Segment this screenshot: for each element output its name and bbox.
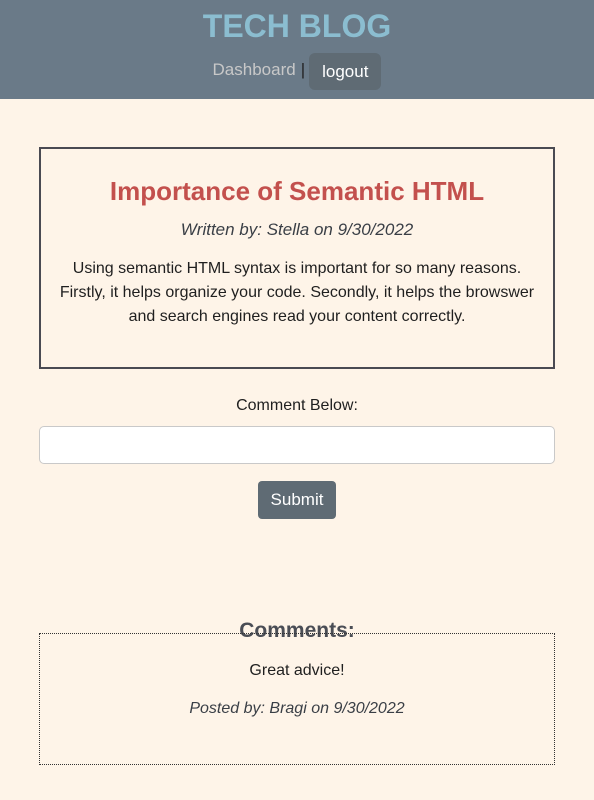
comment-byline: Posted by: Bragi on 9/30/2022 xyxy=(189,700,405,717)
post-byline: Written by: Stella on 9/30/2022 xyxy=(180,220,414,239)
submit-button[interactable]: Submit xyxy=(257,481,337,519)
nav-separator: | xyxy=(300,59,306,79)
site-header: TECH BLOG Dashboard | logout xyxy=(0,0,594,99)
post-card: Importance of Semantic HTML Written by: … xyxy=(39,147,555,369)
post-body: Using semantic HTML syntax is important … xyxy=(59,260,535,325)
comment-label: Comment Below: xyxy=(236,397,358,414)
comment-input[interactable] xyxy=(39,426,555,464)
comment-form: Comment Below: Submit xyxy=(39,395,555,519)
dashboard-link[interactable]: Dashboard xyxy=(213,60,296,80)
comment-card: Great advice! Posted by: Bragi on 9/30/2… xyxy=(39,633,555,765)
site-brand: TECH BLOG xyxy=(202,8,392,44)
logout-button[interactable]: logout xyxy=(309,53,382,90)
header-nav: Dashboard | logout xyxy=(0,53,594,90)
post-title: Importance of Semantic HTML xyxy=(109,176,485,206)
comment-text: Great advice! xyxy=(249,662,345,679)
